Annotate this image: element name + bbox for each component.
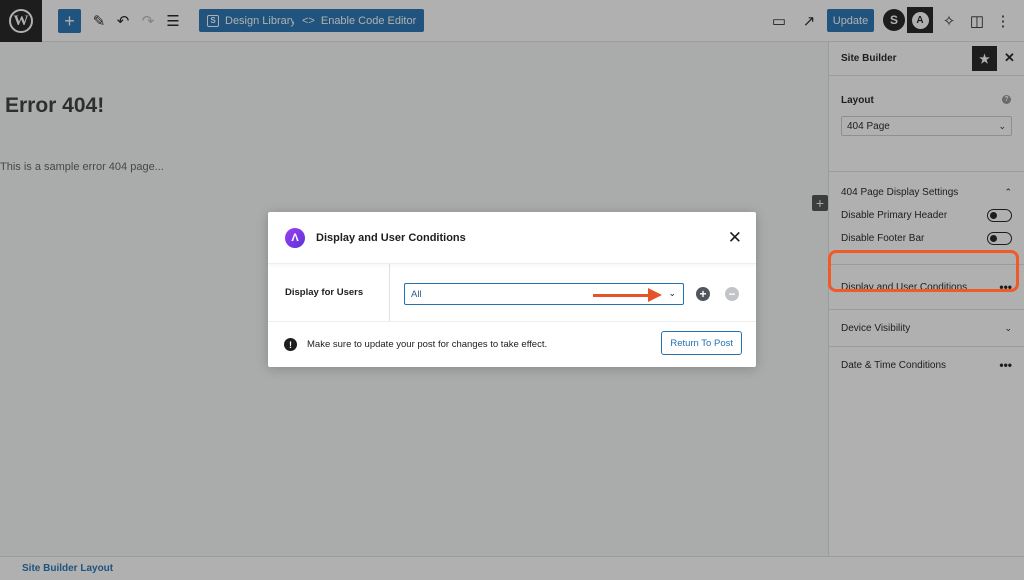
astra-logo-icon: Λ (285, 227, 305, 248)
chevron-down-icon: ⌄ (668, 288, 676, 298)
arrow-head-icon (648, 288, 662, 302)
remove-condition-icon[interactable]: − (725, 287, 739, 301)
modal-footer: ! Make sure to update your post for chan… (268, 322, 756, 367)
highlight-annotation (828, 250, 1019, 292)
modal-title: Display and User Conditions (316, 231, 466, 244)
update-note: Make sure to update your post for change… (307, 339, 548, 350)
return-to-post-button[interactable]: Return To Post (661, 331, 742, 355)
modal-body: Display for Users All ⌄ + − (268, 264, 756, 322)
display-conditions-modal: Λ Display and User Conditions ✕ Display … (268, 212, 756, 367)
arrow-annotation-icon (593, 294, 648, 297)
add-condition-icon[interactable]: + (696, 287, 710, 301)
warning-icon: ! (284, 338, 297, 351)
close-icon[interactable]: ✕ (728, 228, 742, 248)
field-label: Display for Users (268, 264, 390, 321)
select-value: All (411, 288, 422, 300)
modal-header: Λ Display and User Conditions ✕ (268, 212, 756, 264)
